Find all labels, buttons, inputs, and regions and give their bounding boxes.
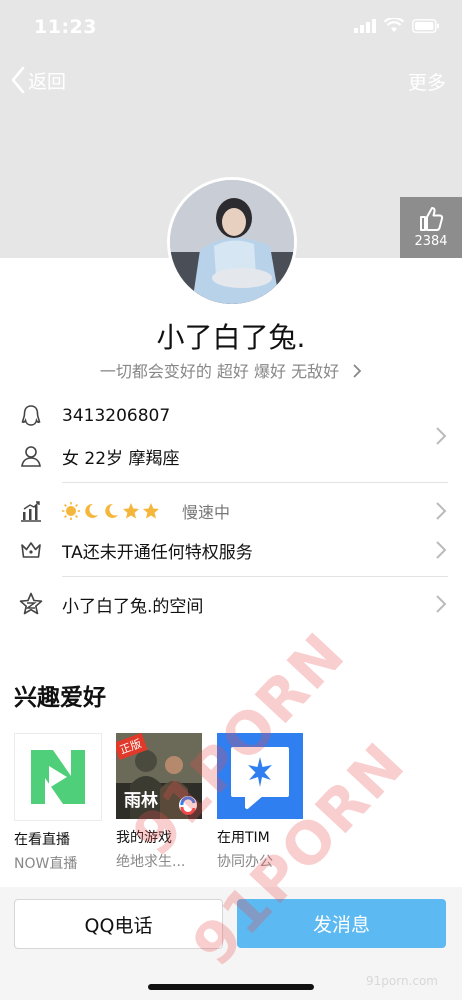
interests-title: 兴趣爱好 (14, 685, 106, 711)
qzone-star-icon (18, 591, 44, 617)
divider (62, 482, 448, 483)
moon-icon (85, 503, 98, 518)
wifi-icon (384, 18, 404, 32)
sun-icon (62, 502, 80, 520)
profile-signature: 一切都会变好的 超好 爆好 无敌好 (99, 362, 340, 381)
moon-icon (105, 503, 118, 518)
status-icons (354, 18, 440, 33)
space-row[interactable]: 小了白了兔.的空间 (0, 584, 462, 624)
interest-card-now-live[interactable]: 在看直播 NOW直播 (14, 733, 104, 873)
star-icon (143, 503, 159, 519)
profile-signature-row[interactable]: 一切都会变好的 超好 爆好 无敌好 (0, 358, 462, 382)
chevron-left-icon (11, 66, 25, 94)
like-button[interactable]: 2384 (400, 197, 462, 258)
basic-info-card[interactable] (0, 396, 462, 476)
now-live-icon (14, 733, 102, 821)
level-bars-icon (18, 498, 44, 524)
level-badges: 慢速中 (62, 499, 230, 523)
signal-icon (354, 18, 376, 33)
star-icon (123, 503, 139, 519)
like-count: 2384 (414, 234, 448, 249)
privilege-row[interactable]: TA还未开通任何特权服务 (0, 530, 462, 570)
crown-icon (18, 537, 44, 563)
space-link: 小了白了兔.的空间 (62, 596, 204, 617)
interest-name: 在看直播 (14, 832, 70, 848)
back-button[interactable]: 返回 (10, 66, 66, 94)
divider (62, 576, 448, 577)
status-time: 11:23 (34, 16, 97, 38)
chevron-right-icon (436, 427, 447, 445)
thumbs-up-icon (420, 207, 444, 231)
privilege-text: TA还未开通任何特权服务 (62, 542, 253, 563)
more-button[interactable]: 更多 (408, 68, 446, 95)
battery-icon (412, 18, 439, 33)
interest-sub: NOW直播 (14, 856, 78, 872)
chevron-right-icon (436, 595, 447, 613)
home-indicator (148, 984, 314, 990)
chevron-right-icon (436, 502, 447, 520)
back-label: 返回 (28, 70, 67, 93)
avatar-photo (170, 180, 294, 304)
level-status: 慢速中 (182, 503, 231, 522)
chevron-right-icon (436, 541, 447, 559)
profile-nickname: 小了白了兔. (156, 321, 306, 354)
watermark-url: 91porn.com (366, 974, 438, 988)
level-row[interactable]: 慢速中 (0, 491, 462, 531)
chevron-right-icon (353, 364, 362, 378)
avatar[interactable] (167, 177, 297, 307)
status-bar: 11:23 (0, 0, 462, 56)
